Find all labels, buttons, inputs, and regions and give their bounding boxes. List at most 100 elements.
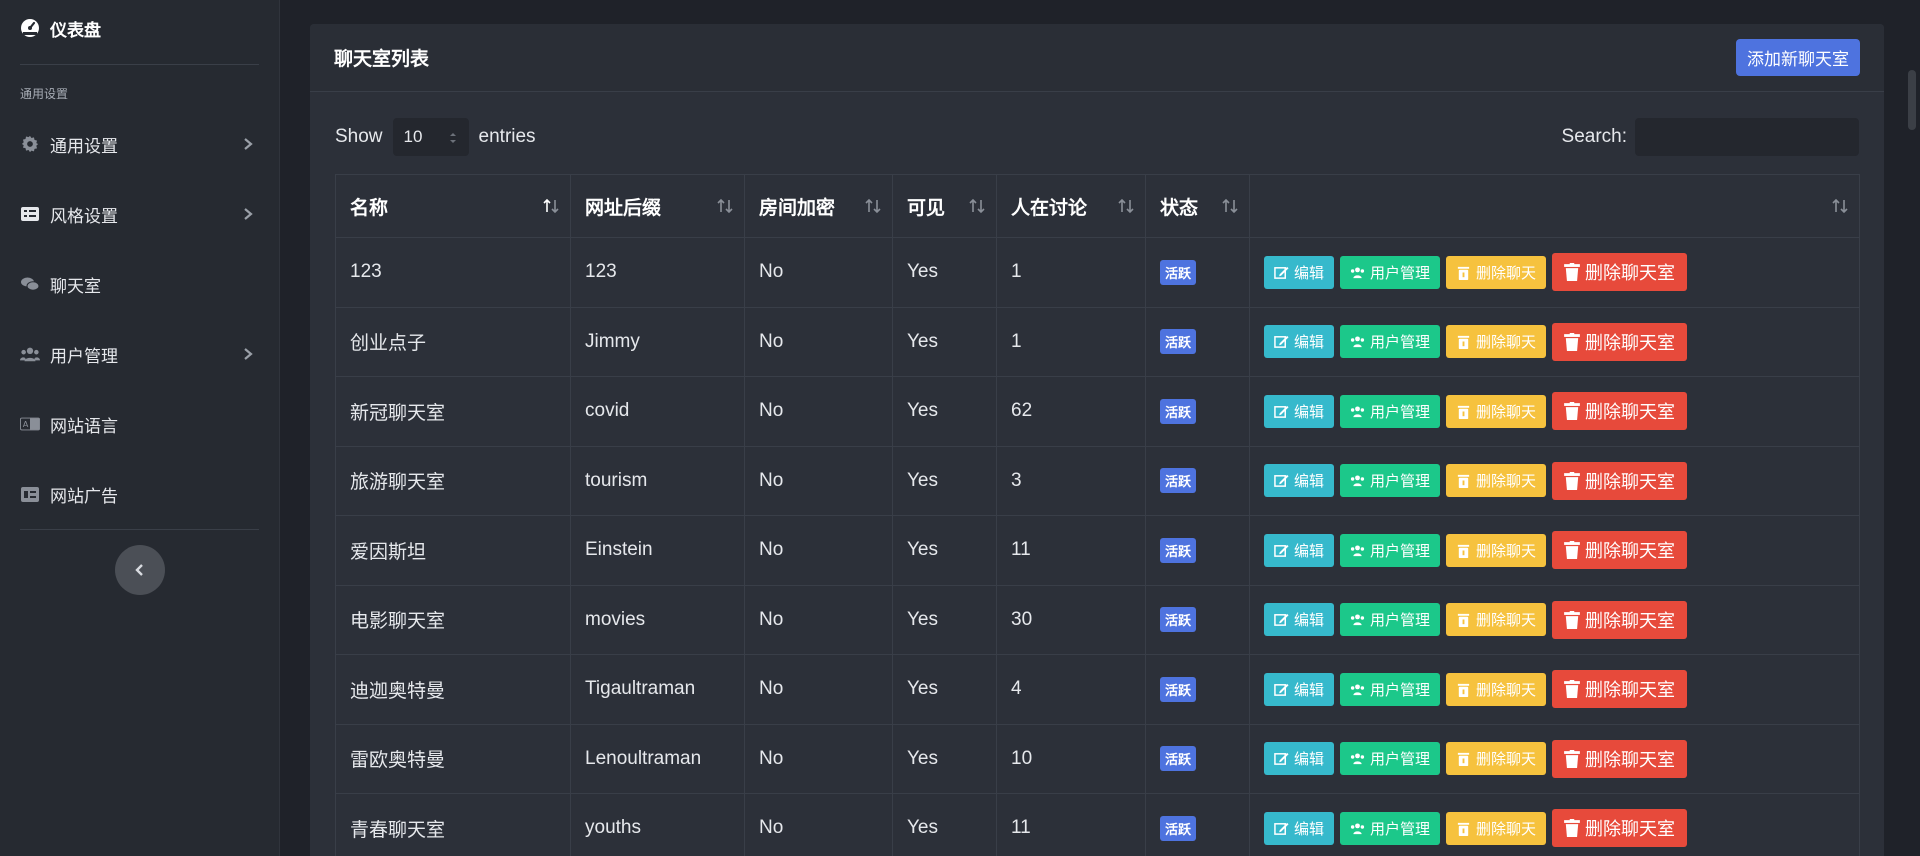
edit-button[interactable]: 编辑 bbox=[1264, 672, 1335, 706]
status-badge: 活跃 bbox=[1160, 398, 1197, 424]
cell-online: 11 bbox=[996, 515, 1146, 586]
manage-users-button[interactable]: 用户管理 bbox=[1340, 464, 1441, 498]
edit-button[interactable]: 编辑 bbox=[1264, 811, 1335, 845]
delete-chat-button[interactable]: 删除聊天 bbox=[1446, 255, 1547, 289]
manage-users-label: 用户管理 bbox=[1370, 542, 1431, 560]
cell-online: 4 bbox=[996, 654, 1146, 725]
users-icon bbox=[1350, 267, 1365, 278]
edit-button[interactable]: 编辑 bbox=[1264, 533, 1335, 567]
manage-users-button[interactable]: 用户管理 bbox=[1340, 255, 1441, 289]
trash-icon bbox=[1457, 544, 1470, 558]
edit-button[interactable]: 编辑 bbox=[1264, 255, 1335, 289]
sidebar-toggle-button[interactable] bbox=[115, 545, 165, 595]
delete-chat-button[interactable]: 删除聊天 bbox=[1446, 325, 1547, 359]
table-header-column-visible[interactable]: 可见 bbox=[892, 174, 997, 238]
entries-select[interactable]: 10 bbox=[392, 118, 469, 156]
edit-label: 编辑 bbox=[1294, 820, 1325, 838]
delete-chat-button[interactable]: 删除聊天 bbox=[1446, 742, 1547, 776]
edit-button[interactable]: 编辑 bbox=[1264, 394, 1335, 428]
status-badge: 活跃 bbox=[1160, 607, 1197, 633]
trash-icon bbox=[1564, 610, 1580, 629]
manage-users-button[interactable]: 用户管理 bbox=[1340, 672, 1441, 706]
edit-icon bbox=[1274, 336, 1289, 349]
sidebar-item-chatrooms[interactable]: 聊天室 bbox=[0, 249, 279, 319]
edit-button[interactable]: 编辑 bbox=[1264, 464, 1335, 498]
header-label: 房间加密 bbox=[759, 197, 836, 219]
delete-room-button[interactable]: 删除聊天室 bbox=[1552, 461, 1688, 500]
cell-encrypted: No bbox=[744, 237, 893, 308]
cell-slug: Tigaultraman bbox=[570, 654, 745, 725]
manage-users-button[interactable]: 用户管理 bbox=[1340, 603, 1441, 637]
chevron-right-icon bbox=[244, 138, 253, 150]
table-row: 123 123 No Yes 1 活跃 编辑 用户管理 删除聊天 删除聊天室 bbox=[335, 237, 1860, 308]
edit-button[interactable]: 编辑 bbox=[1264, 603, 1335, 637]
status-badge: 活跃 bbox=[1160, 746, 1197, 772]
table-search: Search: bbox=[1562, 118, 1859, 156]
sidebar-item-user-management[interactable]: 用户管理 bbox=[0, 319, 279, 389]
delete-room-button[interactable]: 删除聊天室 bbox=[1552, 670, 1688, 709]
dashboard-icon bbox=[21, 19, 39, 37]
table-header-column-status[interactable]: 状态 bbox=[1145, 174, 1250, 238]
row-actions: 编辑 用户管理 删除聊天 删除聊天室 bbox=[1264, 739, 1845, 778]
page-scrollbar[interactable] bbox=[1904, 0, 1920, 856]
edit-label: 编辑 bbox=[1294, 334, 1325, 352]
table-header-row: 名称 网址后缀 房间加密 可见 人在讨论 状态 bbox=[335, 174, 1860, 238]
cell-slug: Jimmy bbox=[570, 306, 745, 377]
sidebar-item-site-language[interactable]: A 网站语言 bbox=[0, 389, 279, 459]
sidebar-brand[interactable]: 仪表盘 bbox=[0, 0, 279, 56]
table-header-column-online[interactable]: 人在讨论 bbox=[996, 174, 1146, 238]
table-header-column-name[interactable]: 名称 bbox=[335, 174, 571, 238]
delete-room-button[interactable]: 删除聊天室 bbox=[1552, 392, 1688, 431]
edit-icon bbox=[1274, 614, 1289, 627]
search-input[interactable] bbox=[1635, 118, 1859, 156]
cell-actions: 编辑 用户管理 删除聊天 删除聊天室 bbox=[1249, 376, 1860, 447]
delete-chat-label: 删除聊天 bbox=[1476, 681, 1537, 699]
edit-label: 编辑 bbox=[1294, 681, 1325, 699]
scrollbar-thumb[interactable] bbox=[1908, 70, 1916, 130]
trash-icon bbox=[1564, 680, 1580, 699]
chatroom-list-card: 聊天室列表 添加新聊天室 Show 10 entries Search: 名称 网… bbox=[310, 24, 1884, 856]
table-header-column-encrypted[interactable]: 房间加密 bbox=[744, 174, 893, 238]
edit-button[interactable]: 编辑 bbox=[1264, 742, 1335, 776]
delete-chat-button[interactable]: 删除聊天 bbox=[1446, 811, 1547, 845]
row-actions: 编辑 用户管理 删除聊天 删除聊天室 bbox=[1264, 322, 1845, 361]
delete-room-label: 删除聊天室 bbox=[1585, 680, 1676, 701]
sidebar-divider bbox=[20, 529, 259, 530]
table-header-column-slug[interactable]: 网址后缀 bbox=[570, 174, 745, 238]
trash-icon bbox=[1564, 402, 1580, 421]
manage-users-button[interactable]: 用户管理 bbox=[1340, 394, 1441, 428]
manage-users-button[interactable]: 用户管理 bbox=[1340, 325, 1441, 359]
sidebar-item-general-settings[interactable]: 通用设置 bbox=[0, 109, 279, 179]
delete-room-button[interactable]: 删除聊天室 bbox=[1552, 809, 1688, 848]
delete-chat-button[interactable]: 删除聊天 bbox=[1446, 464, 1547, 498]
table-header-column-actions[interactable] bbox=[1249, 174, 1860, 238]
manage-users-button[interactable]: 用户管理 bbox=[1340, 811, 1441, 845]
manage-users-button[interactable]: 用户管理 bbox=[1340, 533, 1441, 567]
delete-room-button[interactable]: 删除聊天室 bbox=[1552, 600, 1688, 639]
delete-room-label: 删除聊天室 bbox=[1585, 541, 1676, 562]
manage-users-label: 用户管理 bbox=[1370, 612, 1431, 630]
sidebar-item-style-settings[interactable]: 风格设置 bbox=[0, 179, 279, 249]
search-label: Search: bbox=[1561, 126, 1627, 147]
delete-chat-button[interactable]: 删除聊天 bbox=[1446, 603, 1547, 637]
delete-room-button[interactable]: 删除聊天室 bbox=[1552, 322, 1688, 361]
add-chatroom-button[interactable]: 添加新聊天室 bbox=[1736, 39, 1860, 76]
chatroom-table: 名称 网址后缀 房间加密 可见 人在讨论 状态 123 123 No Yes 1 活跃 编辑 用户管理删… bbox=[335, 174, 1860, 856]
delete-chat-label: 删除聊天 bbox=[1476, 473, 1537, 491]
delete-chat-button[interactable]: 删除聊天 bbox=[1446, 672, 1547, 706]
manage-users-button[interactable]: 用户管理 bbox=[1340, 742, 1441, 776]
sidebar-item-site-ads[interactable]: 网站广告 bbox=[0, 459, 279, 529]
cell-slug: 123 bbox=[570, 237, 745, 308]
delete-room-button[interactable]: 删除聊天室 bbox=[1552, 531, 1688, 570]
sidebar-item-label: 聊天室 bbox=[50, 276, 101, 296]
cell-status: 活跃 bbox=[1145, 306, 1250, 377]
delete-chat-button[interactable]: 删除聊天 bbox=[1446, 394, 1547, 428]
delete-chat-button[interactable]: 删除聊天 bbox=[1446, 533, 1547, 567]
delete-room-button[interactable]: 删除聊天室 bbox=[1552, 739, 1688, 778]
delete-room-button[interactable]: 删除聊天室 bbox=[1552, 253, 1688, 292]
palette-icon bbox=[21, 207, 39, 221]
edit-button[interactable]: 编辑 bbox=[1264, 325, 1335, 359]
delete-room-label: 删除聊天室 bbox=[1585, 471, 1676, 492]
ad-icon bbox=[21, 486, 39, 502]
trash-icon bbox=[1457, 614, 1470, 628]
